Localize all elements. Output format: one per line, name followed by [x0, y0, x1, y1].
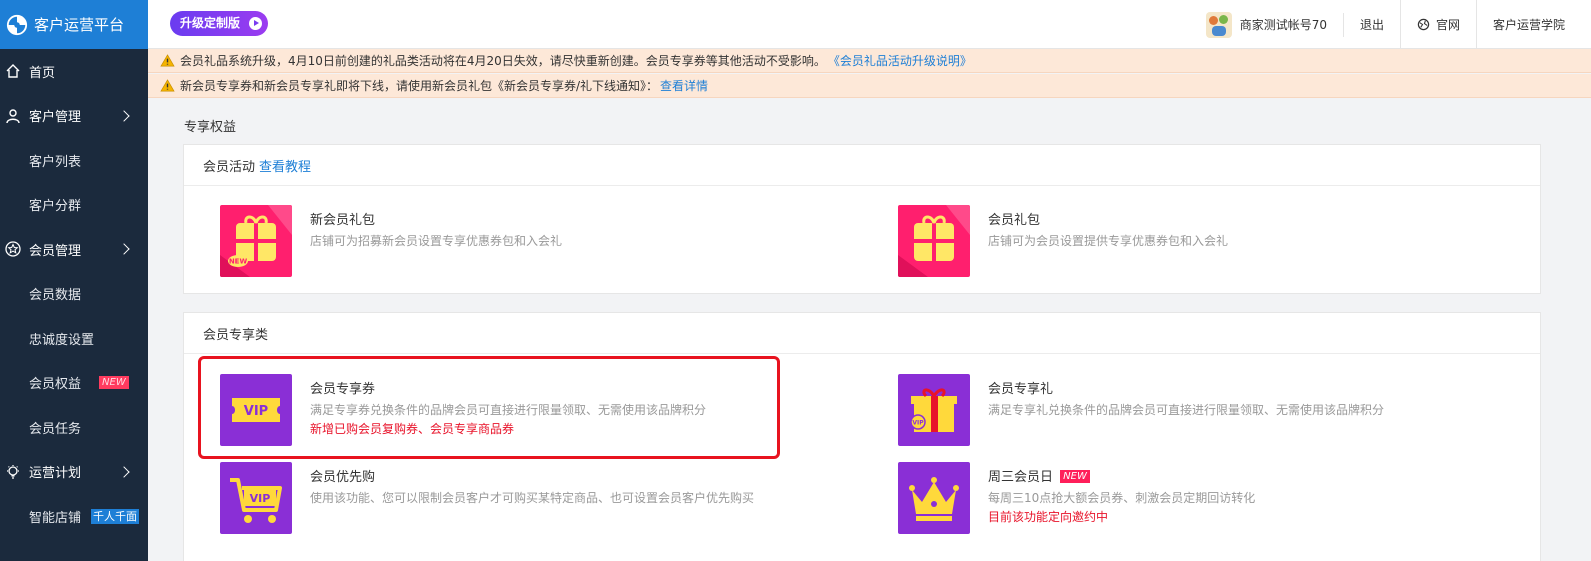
- vip-cart-icon: VIP: [220, 462, 292, 534]
- section-title: 专享权益: [184, 120, 237, 135]
- view-details-link[interactable]: 查看详情: [660, 77, 708, 94]
- panel-header: 会员专享类: [184, 313, 1540, 354]
- avatar: [1205, 11, 1232, 38]
- card-title: 会员专享券: [310, 382, 376, 397]
- sidebar-item-home[interactable]: 首页: [0, 49, 148, 94]
- card-desc: 满足专享礼兑换条件的品牌会员可直接进行限量领取、无需使用该品牌积分: [988, 403, 1385, 417]
- svg-text:NEW: NEW: [229, 258, 248, 266]
- svg-text:VIP: VIP: [250, 492, 271, 505]
- sidebar-item-customer-mgmt[interactable]: 客户管理: [0, 94, 148, 139]
- panel-title: 会员活动: [203, 159, 256, 175]
- upgrade-badge-label: 升级定制版: [180, 16, 241, 30]
- sidebar-item-customer-list[interactable]: 客户列表: [0, 138, 148, 183]
- upgrade-notes-link[interactable]: 《会员礼品活动升级说明》: [828, 52, 972, 69]
- member-activity-panel: 会员活动 查看教程 NEW 新会员礼包 店铺可为招募新会员设置专享优惠券包和入会…: [183, 144, 1541, 294]
- star-icon: [5, 241, 21, 257]
- sidebar-item-label: 会员管理: [29, 243, 82, 259]
- chevron-right-icon: [118, 466, 130, 478]
- card-title: 会员优先购: [310, 470, 376, 485]
- card-member-coupon[interactable]: VIP 会员专享券 满足专享券兑换条件的品牌会员可直接进行限量领取、无需使用该品…: [220, 374, 780, 448]
- card-desc: 店铺可为会员设置提供专享优惠券包和入会礼: [988, 234, 1229, 248]
- sidebar-item-customer-group[interactable]: 客户分群: [0, 183, 148, 228]
- brand[interactable]: 客户运营平台: [0, 0, 148, 49]
- bulb-icon: [7, 464, 19, 479]
- new-tag: NEW: [99, 376, 129, 390]
- sidebar-item-member-tasks[interactable]: 会员任务: [0, 405, 148, 450]
- card-member-gift[interactable]: 会员礼包 店铺可为会员设置提供专享优惠券包和入会礼: [898, 205, 1498, 279]
- card-member-gift-exclusive[interactable]: VIP 会员专享礼 满足专享礼兑换条件的品牌会员可直接进行限量领取、无需使用该品…: [898, 374, 1498, 448]
- header-right: 商家测试帐号70 退出 官网 客户运营学院: [1205, 0, 1591, 49]
- notice-banner: 会员礼品系统升级，4月10日前创建的礼品类活动将在4月20日失效，请尽快重新创建…: [148, 49, 1591, 73]
- home-icon: [6, 64, 20, 78]
- vip-ticket-icon: VIP: [220, 374, 292, 446]
- brand-title: 客户运营平台: [34, 16, 125, 34]
- member-exclusive-panel: 会员专享类 VIP 会员专享券 满足专享券兑换条件的品牌会员可直接进行限量领取、…: [183, 312, 1541, 561]
- vip-gift-icon: VIP: [898, 374, 970, 446]
- upgrade-badge[interactable]: 升级定制版: [170, 11, 269, 36]
- svg-text:VIP: VIP: [244, 404, 268, 419]
- notice-text: 新会员专享券和新会员专享礼即将下线，请使用新会员礼包《新会员专享券/礼下线通知》…: [180, 79, 659, 93]
- official-site-link[interactable]: 官网: [1401, 0, 1477, 49]
- account-name: 商家测试帐号70: [1239, 18, 1327, 32]
- gift-pack-new-icon: NEW: [220, 205, 292, 277]
- panel-title: 会员专享类: [203, 327, 269, 343]
- card-desc: 使用该功能、您可以限制会员客户才可购买某特定商品、也可设置会员客户优先购买: [310, 491, 755, 505]
- card-new-member-gift[interactable]: NEW 新会员礼包 店铺可为招募新会员设置专享优惠券包和入会礼: [220, 205, 820, 279]
- academy-label: 客户运营学院: [1493, 18, 1566, 32]
- panel-header: 会员活动 查看教程: [184, 145, 1540, 186]
- user-icon: [6, 109, 20, 123]
- card-title: 周三会员日 NEW: [988, 466, 1090, 485]
- academy-link[interactable]: 客户运营学院: [1477, 0, 1591, 49]
- notice-banner: 新会员专享券和新会员专享礼即将下线，请使用新会员礼包《新会员专享券/礼下线通知》…: [148, 74, 1591, 98]
- new-tag: NEW: [1060, 470, 1090, 483]
- brand-logo-icon: [6, 14, 28, 35]
- globe-icon: [1417, 18, 1430, 31]
- card-member-priority-buy[interactable]: VIP 会员优先购 使用该功能、您可以限制会员客户才可购买某特定商品、也可设置会…: [220, 462, 820, 536]
- card-desc: 店铺可为招募新会员设置专享优惠券包和入会礼: [310, 234, 563, 248]
- card-note: 新增已购会员复购券、会员专享商品券: [310, 422, 515, 436]
- notice-text: 会员礼品系统升级，4月10日前创建的礼品类活动将在4月20日失效，请尽快重新创建…: [180, 54, 826, 68]
- warning-icon: [160, 79, 175, 92]
- account-menu[interactable]: 商家测试帐号70: [1205, 11, 1344, 38]
- sidebar-item-member-mgmt[interactable]: 会员管理: [0, 227, 148, 272]
- card-title-text: 周三会员日: [988, 470, 1054, 485]
- sidebar: 首页 客户管理 客户列表 客户分群 会员管理 会员数据 忠诚度设置 会员权益 N…: [0, 49, 148, 561]
- sidebar-item-label: 智能店铺: [29, 510, 82, 526]
- warning-icon: [160, 54, 175, 67]
- sidebar-item-label: 首页: [29, 65, 56, 81]
- card-note: 目前该功能定向邀约中: [988, 510, 1109, 524]
- svg-text:VIP: VIP: [912, 420, 924, 427]
- card-title: 会员礼包: [988, 213, 1041, 228]
- personalized-tag: 千人千面: [91, 508, 140, 524]
- official-site-label: 官网: [1435, 18, 1460, 32]
- logout-link[interactable]: 退出: [1344, 0, 1401, 49]
- sidebar-item-loyalty[interactable]: 忠诚度设置: [0, 316, 148, 361]
- sidebar-item-smart-store[interactable]: 智能店铺 千人千面: [0, 494, 148, 539]
- sidebar-item-member-data[interactable]: 会员数据: [0, 272, 148, 317]
- card-desc: 满足专享券兑换条件的品牌会员可直接进行限量领取、无需使用该品牌积分: [310, 403, 707, 417]
- sidebar-item-label: 会员数据: [29, 288, 82, 304]
- card-title: 新会员礼包: [310, 213, 376, 228]
- chevron-right-icon: [118, 110, 130, 122]
- top-bar: 客户运营平台 升级定制版 商家测试帐号70 退出 官网 客户运营学院: [0, 0, 1591, 49]
- sidebar-item-label: 客户管理: [29, 110, 82, 126]
- sidebar-item-label: 运营计划: [29, 466, 82, 482]
- card-wednesday-member-day[interactable]: 周三会员日 NEW 每周三10点抢大额会员券、刺激会员定期回访转化 目前该功能定…: [898, 462, 1498, 536]
- tutorial-link[interactable]: 查看教程: [259, 156, 311, 175]
- sidebar-item-label: 会员任务: [29, 421, 82, 437]
- play-icon: [249, 17, 263, 30]
- sidebar-item-ops-plan[interactable]: 运营计划: [0, 450, 148, 495]
- crown-icon: [898, 462, 970, 534]
- gift-pack-icon: [898, 205, 970, 277]
- sidebar-item-label: 忠诚度设置: [29, 332, 95, 348]
- card-title: 会员专享礼: [988, 382, 1054, 397]
- sidebar-item-member-benefits[interactable]: 会员权益 NEW: [0, 361, 148, 406]
- sidebar-item-label: 会员权益: [29, 377, 82, 393]
- chevron-right-icon: [118, 243, 130, 255]
- sidebar-item-label: 客户列表: [29, 154, 82, 170]
- sidebar-item-label: 客户分群: [29, 199, 82, 215]
- card-desc: 每周三10点抢大额会员券、刺激会员定期回访转化: [988, 491, 1256, 505]
